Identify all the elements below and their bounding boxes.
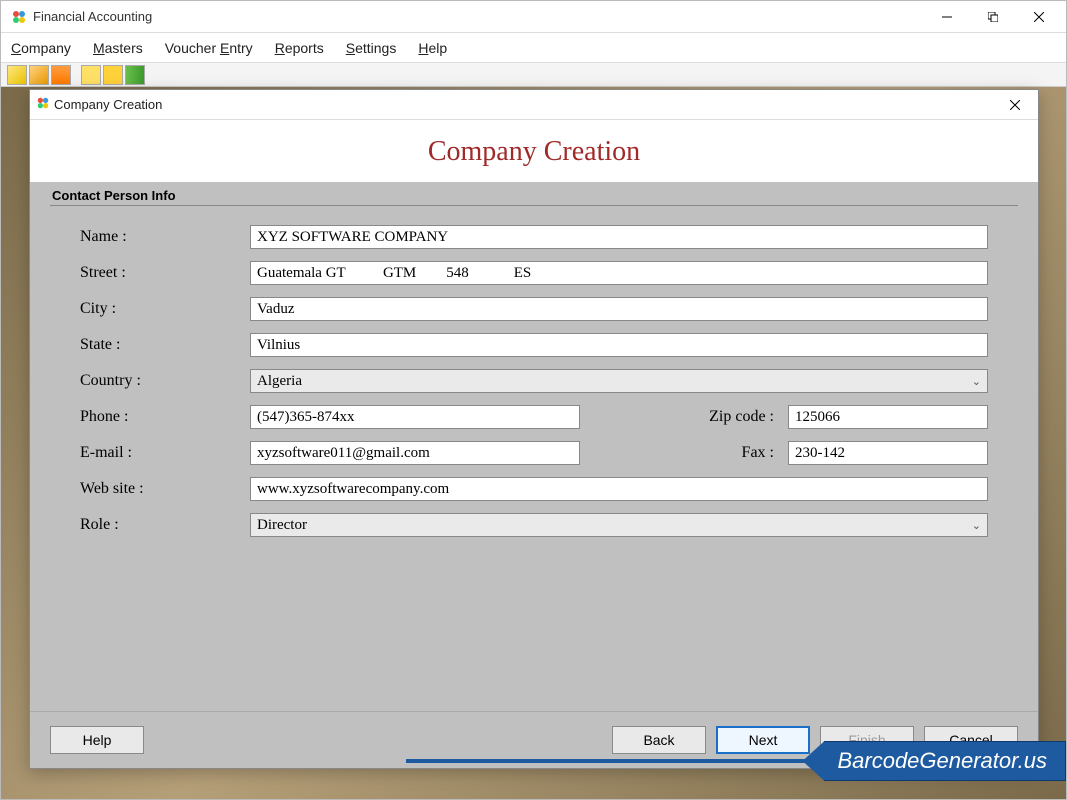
role-value: Director xyxy=(257,517,307,534)
toolbar-btn-5[interactable] xyxy=(103,65,123,85)
city-input[interactable] xyxy=(250,297,988,321)
next-button[interactable]: Next xyxy=(716,726,810,754)
toolbar-btn-1[interactable] xyxy=(7,65,27,85)
website-label: Web site : xyxy=(80,480,250,498)
menu-voucher[interactable]: Voucher Entry xyxy=(165,40,253,56)
fax-input[interactable] xyxy=(788,441,988,465)
country-label: Country : xyxy=(80,372,250,390)
zip-label: Zip code : xyxy=(580,408,788,426)
dialog-body: Contact Person Info Name : Street : City… xyxy=(30,182,1038,711)
dialog-icon xyxy=(36,96,50,113)
toolbar xyxy=(1,63,1066,87)
menu-reports[interactable]: Reports xyxy=(275,40,324,56)
watermark-badge: BarcodeGenerator.us xyxy=(802,741,1066,781)
dialog-titlebar: Company Creation xyxy=(30,90,1038,120)
menubar: Company Masters Voucher Entry Reports Se… xyxy=(1,33,1066,63)
country-select[interactable]: Algeria ⌄ xyxy=(250,369,988,393)
email-input[interactable] xyxy=(250,441,580,465)
chevron-down-icon: ⌄ xyxy=(972,375,981,388)
fax-label: Fax : xyxy=(580,444,788,462)
toolbar-btn-4[interactable] xyxy=(81,65,101,85)
name-input[interactable] xyxy=(250,225,988,249)
main-window: Financial Accounting Company Masters Vou… xyxy=(0,0,1067,800)
company-creation-dialog: Company Creation Company Creation Contac… xyxy=(29,89,1039,769)
close-button[interactable] xyxy=(1016,2,1062,32)
app-icon xyxy=(11,9,27,25)
phone-input[interactable] xyxy=(250,405,580,429)
watermark-line xyxy=(406,759,806,763)
minimize-button[interactable] xyxy=(924,2,970,32)
toolbar-btn-3[interactable] xyxy=(51,65,71,85)
dialog-heading: Company Creation xyxy=(30,120,1038,182)
email-label: E-mail : xyxy=(80,444,250,462)
chevron-down-icon: ⌄ xyxy=(972,519,981,532)
section-label: Contact Person Info xyxy=(50,182,1018,205)
name-label: Name : xyxy=(80,228,250,246)
window-controls xyxy=(924,2,1062,32)
app-title: Financial Accounting xyxy=(33,9,924,24)
dialog-close-button[interactable] xyxy=(998,92,1032,118)
city-label: City : xyxy=(80,300,250,318)
state-input[interactable] xyxy=(250,333,988,357)
website-input[interactable] xyxy=(250,477,988,501)
section-divider xyxy=(50,205,1018,206)
client-area: Company Creation Company Creation Contac… xyxy=(1,87,1066,799)
help-button[interactable]: Help xyxy=(50,726,144,754)
titlebar: Financial Accounting xyxy=(1,1,1066,33)
toolbar-btn-2[interactable] xyxy=(29,65,49,85)
menu-masters[interactable]: Masters xyxy=(93,40,143,56)
street-input[interactable] xyxy=(250,261,988,285)
phone-label: Phone : xyxy=(80,408,250,426)
menu-settings[interactable]: Settings xyxy=(346,40,397,56)
country-value: Algeria xyxy=(257,373,302,390)
role-select[interactable]: Director ⌄ xyxy=(250,513,988,537)
state-label: State : xyxy=(80,336,250,354)
zip-input[interactable] xyxy=(788,405,988,429)
form-area: Name : Street : City : State : xyxy=(50,224,1018,548)
street-label: Street : xyxy=(80,264,250,282)
menu-company[interactable]: Company xyxy=(11,40,71,56)
maximize-button[interactable] xyxy=(970,2,1016,32)
dialog-title: Company Creation xyxy=(54,97,998,112)
toolbar-btn-6[interactable] xyxy=(125,65,145,85)
menu-help[interactable]: Help xyxy=(418,40,447,56)
role-label: Role : xyxy=(80,516,250,534)
back-button[interactable]: Back xyxy=(612,726,706,754)
